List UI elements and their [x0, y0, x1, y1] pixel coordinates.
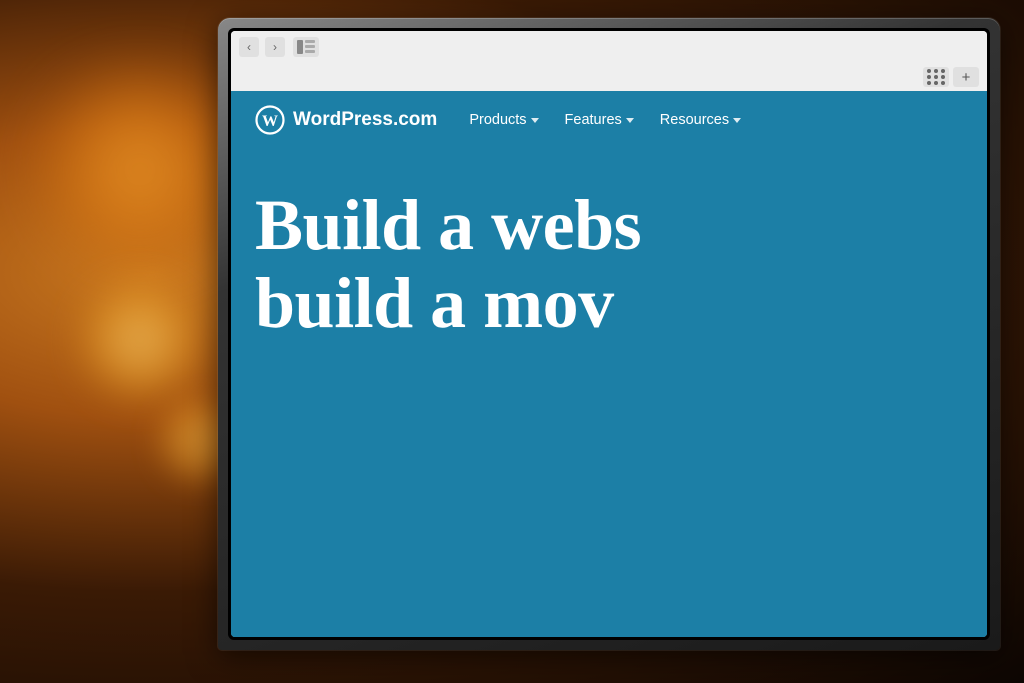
- bokeh-light-1: [30, 60, 250, 280]
- browser-back-button[interactable]: ‹: [239, 37, 259, 57]
- hero-line-1: Build a webs: [255, 187, 963, 265]
- svg-text:W: W: [262, 113, 278, 130]
- nav-products-label: Products: [469, 112, 526, 128]
- sidebar-toggle-button[interactable]: [293, 37, 319, 57]
- browser-chrome: ‹ ›: [231, 31, 987, 91]
- nav-item-resources[interactable]: Resources: [660, 112, 741, 128]
- products-dropdown-icon: [531, 118, 539, 123]
- wp-hero-section: Build a webs build a mov: [231, 147, 987, 637]
- sidebar-icon: [297, 40, 315, 54]
- wordpress-website: W WordPress.com Products Features: [231, 91, 987, 637]
- wp-nav-links: Products Features Resources: [469, 112, 741, 128]
- wp-logo-area: W WordPress.com: [255, 105, 437, 135]
- screen-bezel: ‹ ›: [228, 28, 990, 640]
- nav-item-features[interactable]: Features: [565, 112, 634, 128]
- new-tab-button[interactable]: +: [953, 67, 979, 87]
- tab-grid-button[interactable]: [923, 67, 949, 87]
- resources-dropdown-icon: [733, 118, 741, 123]
- nav-resources-label: Resources: [660, 112, 729, 128]
- wp-hero-title: Build a webs build a mov: [255, 187, 963, 343]
- nav-item-products[interactable]: Products: [469, 112, 538, 128]
- browser-tab-row: +: [231, 63, 987, 91]
- browser-forward-button[interactable]: ›: [265, 37, 285, 57]
- wp-navbar: W WordPress.com Products Features: [231, 91, 987, 147]
- nav-features-label: Features: [565, 112, 622, 128]
- bokeh-light-2: [80, 280, 200, 400]
- screen-display: ‹ ›: [231, 31, 987, 637]
- features-dropdown-icon: [626, 118, 634, 123]
- laptop-shell: ‹ ›: [218, 18, 1000, 650]
- browser-toolbar: ‹ ›: [231, 31, 987, 63]
- grid-icon: [927, 69, 946, 85]
- wp-site-name: WordPress.com: [293, 109, 437, 131]
- wp-logo-icon: W: [255, 105, 285, 135]
- hero-line-2: build a mov: [255, 265, 963, 343]
